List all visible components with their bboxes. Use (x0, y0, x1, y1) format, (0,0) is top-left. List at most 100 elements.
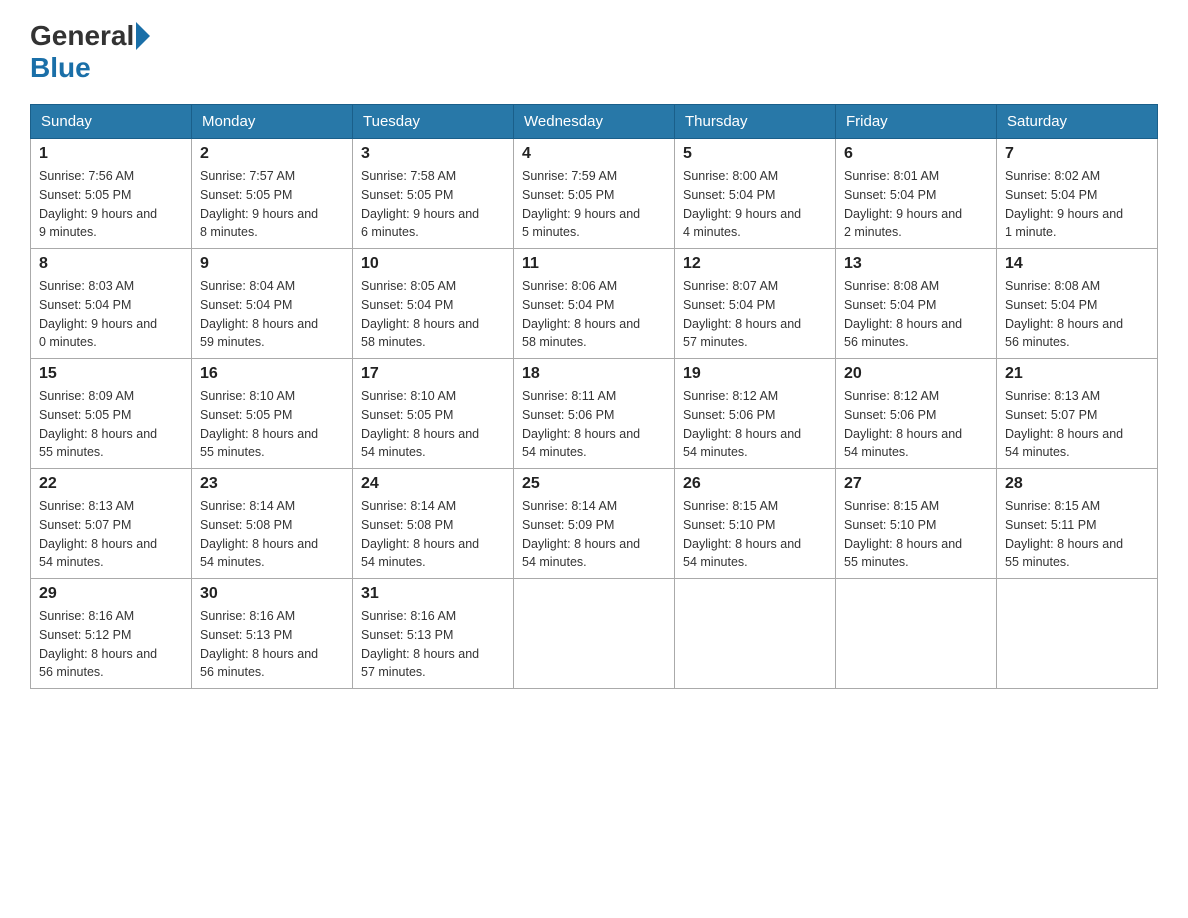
calendar-cell: 6 Sunrise: 8:01 AM Sunset: 5:04 PM Dayli… (836, 139, 997, 249)
day-info: Sunrise: 8:12 AM Sunset: 5:06 PM Dayligh… (844, 387, 988, 462)
page-header: General Blue (30, 20, 1158, 84)
day-info: Sunrise: 8:15 AM Sunset: 5:10 PM Dayligh… (844, 497, 988, 572)
day-info: Sunrise: 8:08 AM Sunset: 5:04 PM Dayligh… (1005, 277, 1149, 352)
day-info: Sunrise: 8:11 AM Sunset: 5:06 PM Dayligh… (522, 387, 666, 462)
day-number: 29 (39, 585, 183, 603)
day-number: 7 (1005, 145, 1149, 163)
day-number: 20 (844, 365, 988, 383)
calendar-week-row: 1 Sunrise: 7:56 AM Sunset: 5:05 PM Dayli… (31, 139, 1158, 249)
day-number: 10 (361, 255, 505, 273)
day-info: Sunrise: 7:56 AM Sunset: 5:05 PM Dayligh… (39, 167, 183, 242)
calendar-cell: 5 Sunrise: 8:00 AM Sunset: 5:04 PM Dayli… (675, 139, 836, 249)
day-info: Sunrise: 8:14 AM Sunset: 5:08 PM Dayligh… (200, 497, 344, 572)
column-header-monday: Monday (192, 105, 353, 139)
day-number: 3 (361, 145, 505, 163)
calendar-cell: 3 Sunrise: 7:58 AM Sunset: 5:05 PM Dayli… (353, 139, 514, 249)
day-number: 2 (200, 145, 344, 163)
calendar-table: SundayMondayTuesdayWednesdayThursdayFrid… (30, 104, 1158, 689)
calendar-week-row: 8 Sunrise: 8:03 AM Sunset: 5:04 PM Dayli… (31, 249, 1158, 359)
calendar-cell: 2 Sunrise: 7:57 AM Sunset: 5:05 PM Dayli… (192, 139, 353, 249)
day-number: 6 (844, 145, 988, 163)
calendar-cell: 8 Sunrise: 8:03 AM Sunset: 5:04 PM Dayli… (31, 249, 192, 359)
day-info: Sunrise: 8:10 AM Sunset: 5:05 PM Dayligh… (361, 387, 505, 462)
day-number: 31 (361, 585, 505, 603)
day-number: 23 (200, 475, 344, 493)
day-info: Sunrise: 8:00 AM Sunset: 5:04 PM Dayligh… (683, 167, 827, 242)
calendar-cell: 12 Sunrise: 8:07 AM Sunset: 5:04 PM Dayl… (675, 249, 836, 359)
day-info: Sunrise: 8:05 AM Sunset: 5:04 PM Dayligh… (361, 277, 505, 352)
day-number: 19 (683, 365, 827, 383)
column-header-sunday: Sunday (31, 105, 192, 139)
calendar-cell: 10 Sunrise: 8:05 AM Sunset: 5:04 PM Dayl… (353, 249, 514, 359)
calendar-week-row: 29 Sunrise: 8:16 AM Sunset: 5:12 PM Dayl… (31, 579, 1158, 689)
day-number: 8 (39, 255, 183, 273)
column-header-friday: Friday (836, 105, 997, 139)
calendar-cell: 31 Sunrise: 8:16 AM Sunset: 5:13 PM Dayl… (353, 579, 514, 689)
day-info: Sunrise: 8:09 AM Sunset: 5:05 PM Dayligh… (39, 387, 183, 462)
day-number: 25 (522, 475, 666, 493)
day-info: Sunrise: 8:06 AM Sunset: 5:04 PM Dayligh… (522, 277, 666, 352)
calendar-cell (675, 579, 836, 689)
day-info: Sunrise: 8:13 AM Sunset: 5:07 PM Dayligh… (1005, 387, 1149, 462)
calendar-cell: 20 Sunrise: 8:12 AM Sunset: 5:06 PM Dayl… (836, 359, 997, 469)
day-info: Sunrise: 8:13 AM Sunset: 5:07 PM Dayligh… (39, 497, 183, 572)
calendar-cell: 28 Sunrise: 8:15 AM Sunset: 5:11 PM Dayl… (997, 469, 1158, 579)
calendar-cell: 13 Sunrise: 8:08 AM Sunset: 5:04 PM Dayl… (836, 249, 997, 359)
column-header-tuesday: Tuesday (353, 105, 514, 139)
calendar-cell (836, 579, 997, 689)
day-number: 16 (200, 365, 344, 383)
day-number: 30 (200, 585, 344, 603)
day-info: Sunrise: 8:07 AM Sunset: 5:04 PM Dayligh… (683, 277, 827, 352)
day-number: 17 (361, 365, 505, 383)
day-info: Sunrise: 8:12 AM Sunset: 5:06 PM Dayligh… (683, 387, 827, 462)
day-info: Sunrise: 8:15 AM Sunset: 5:10 PM Dayligh… (683, 497, 827, 572)
day-number: 18 (522, 365, 666, 383)
calendar-cell: 22 Sunrise: 8:13 AM Sunset: 5:07 PM Dayl… (31, 469, 192, 579)
day-number: 26 (683, 475, 827, 493)
calendar-cell: 30 Sunrise: 8:16 AM Sunset: 5:13 PM Dayl… (192, 579, 353, 689)
day-info: Sunrise: 8:02 AM Sunset: 5:04 PM Dayligh… (1005, 167, 1149, 242)
day-number: 12 (683, 255, 827, 273)
day-info: Sunrise: 8:10 AM Sunset: 5:05 PM Dayligh… (200, 387, 344, 462)
calendar-cell: 17 Sunrise: 8:10 AM Sunset: 5:05 PM Dayl… (353, 359, 514, 469)
calendar-cell: 25 Sunrise: 8:14 AM Sunset: 5:09 PM Dayl… (514, 469, 675, 579)
day-number: 24 (361, 475, 505, 493)
day-number: 27 (844, 475, 988, 493)
calendar-cell: 27 Sunrise: 8:15 AM Sunset: 5:10 PM Dayl… (836, 469, 997, 579)
day-info: Sunrise: 8:01 AM Sunset: 5:04 PM Dayligh… (844, 167, 988, 242)
day-number: 1 (39, 145, 183, 163)
day-info: Sunrise: 8:03 AM Sunset: 5:04 PM Dayligh… (39, 277, 183, 352)
calendar-cell: 23 Sunrise: 8:14 AM Sunset: 5:08 PM Dayl… (192, 469, 353, 579)
calendar-week-row: 15 Sunrise: 8:09 AM Sunset: 5:05 PM Dayl… (31, 359, 1158, 469)
calendar-cell: 26 Sunrise: 8:15 AM Sunset: 5:10 PM Dayl… (675, 469, 836, 579)
day-info: Sunrise: 8:08 AM Sunset: 5:04 PM Dayligh… (844, 277, 988, 352)
day-info: Sunrise: 7:59 AM Sunset: 5:05 PM Dayligh… (522, 167, 666, 242)
logo-general-text: General (30, 20, 134, 52)
day-info: Sunrise: 8:16 AM Sunset: 5:13 PM Dayligh… (200, 607, 344, 682)
calendar-cell: 16 Sunrise: 8:10 AM Sunset: 5:05 PM Dayl… (192, 359, 353, 469)
day-info: Sunrise: 8:14 AM Sunset: 5:09 PM Dayligh… (522, 497, 666, 572)
calendar-cell: 19 Sunrise: 8:12 AM Sunset: 5:06 PM Dayl… (675, 359, 836, 469)
calendar-cell: 14 Sunrise: 8:08 AM Sunset: 5:04 PM Dayl… (997, 249, 1158, 359)
day-number: 9 (200, 255, 344, 273)
day-number: 5 (683, 145, 827, 163)
calendar-cell: 4 Sunrise: 7:59 AM Sunset: 5:05 PM Dayli… (514, 139, 675, 249)
day-info: Sunrise: 8:16 AM Sunset: 5:12 PM Dayligh… (39, 607, 183, 682)
column-header-wednesday: Wednesday (514, 105, 675, 139)
calendar-week-row: 22 Sunrise: 8:13 AM Sunset: 5:07 PM Dayl… (31, 469, 1158, 579)
calendar-header-row: SundayMondayTuesdayWednesdayThursdayFrid… (31, 105, 1158, 139)
logo-blue-text: Blue (30, 52, 91, 84)
day-number: 15 (39, 365, 183, 383)
calendar-cell: 1 Sunrise: 7:56 AM Sunset: 5:05 PM Dayli… (31, 139, 192, 249)
calendar-cell: 18 Sunrise: 8:11 AM Sunset: 5:06 PM Dayl… (514, 359, 675, 469)
day-info: Sunrise: 8:14 AM Sunset: 5:08 PM Dayligh… (361, 497, 505, 572)
calendar-cell: 11 Sunrise: 8:06 AM Sunset: 5:04 PM Dayl… (514, 249, 675, 359)
calendar-cell: 29 Sunrise: 8:16 AM Sunset: 5:12 PM Dayl… (31, 579, 192, 689)
calendar-cell (514, 579, 675, 689)
day-info: Sunrise: 8:15 AM Sunset: 5:11 PM Dayligh… (1005, 497, 1149, 572)
day-number: 22 (39, 475, 183, 493)
calendar-cell: 24 Sunrise: 8:14 AM Sunset: 5:08 PM Dayl… (353, 469, 514, 579)
calendar-cell: 15 Sunrise: 8:09 AM Sunset: 5:05 PM Dayl… (31, 359, 192, 469)
calendar-cell: 21 Sunrise: 8:13 AM Sunset: 5:07 PM Dayl… (997, 359, 1158, 469)
column-header-thursday: Thursday (675, 105, 836, 139)
